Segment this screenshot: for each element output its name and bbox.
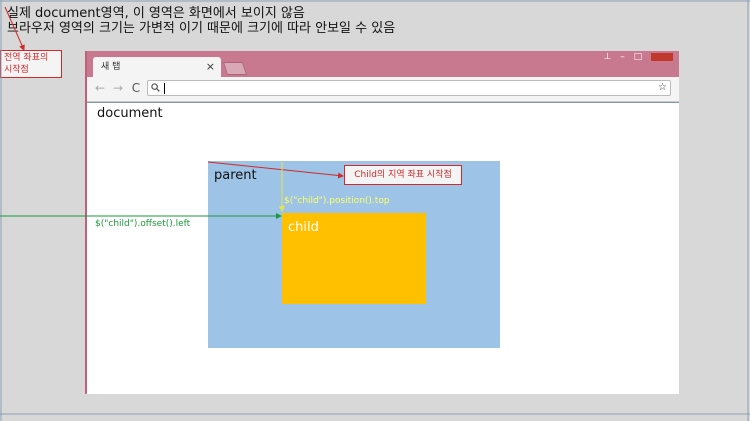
annotation-arrows [0, 0, 750, 421]
global-origin-arrow [4, 6, 25, 51]
child-origin-arrow [207, 161, 344, 179]
